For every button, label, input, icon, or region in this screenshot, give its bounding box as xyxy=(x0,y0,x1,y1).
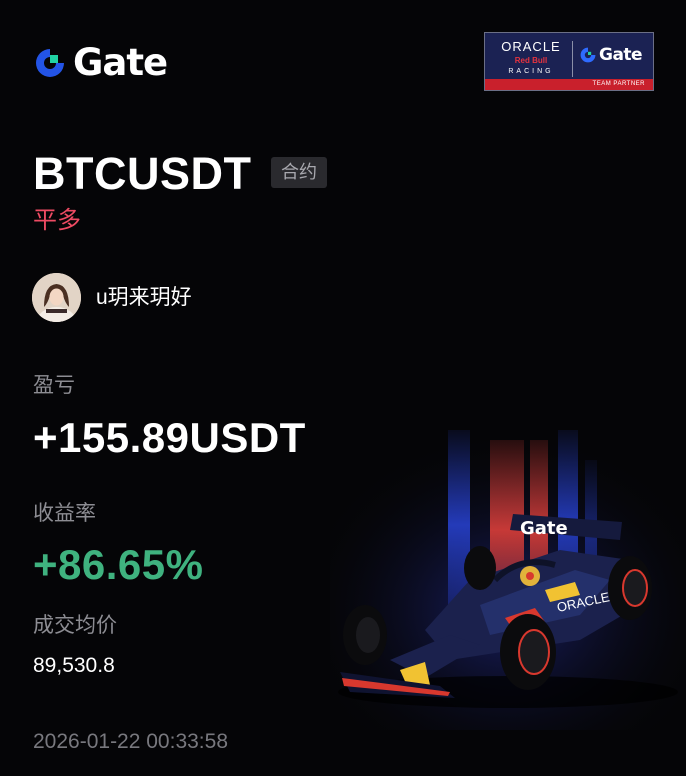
roi-label: 收益率 xyxy=(33,502,96,525)
logo-wordmark: Gate xyxy=(73,41,168,84)
timestamp: 2026-01-22 00:33:58 xyxy=(33,730,228,753)
rear-wing-livery-text: Gate xyxy=(520,518,568,539)
f1-car-graphic: Gate ORACLE xyxy=(330,430,686,730)
contract-tag: 合约 xyxy=(271,157,327,188)
partner-badge: ORACLE Red Bull RACING Gate TEAM PARTNER xyxy=(484,32,654,91)
team-partner-text: TEAM PARTNER xyxy=(592,81,645,87)
f1-car-illustration: Gate ORACLE xyxy=(330,430,686,730)
badge-footer-bar: TEAM PARTNER xyxy=(485,79,653,90)
gate-logo-icon xyxy=(580,47,596,63)
red-bull-text: Red Bull xyxy=(514,56,548,65)
oracle-text: ORACLE xyxy=(501,39,561,54)
avg-price-label: 成交均价 xyxy=(33,614,117,637)
avatar-image xyxy=(32,273,81,322)
badge-gate-logo: Gate xyxy=(579,45,643,65)
oracle-redbull-racing-logo: ORACLE Red Bull RACING xyxy=(495,40,567,77)
avg-price-value: 89,530.8 xyxy=(33,654,115,677)
roi-value: +86.65% xyxy=(33,541,204,588)
pnl-label: 盈亏 xyxy=(33,374,75,397)
trading-pair: BTCUSDT xyxy=(33,148,252,199)
username: u玥来玥好 xyxy=(96,286,192,309)
badge-gate-text: Gate xyxy=(599,45,643,65)
gate-logo-icon xyxy=(36,48,64,77)
pnl-value: +155.89USDT xyxy=(33,414,306,461)
avatar xyxy=(32,273,81,322)
gate-logo: Gate xyxy=(33,41,168,84)
position-side: 平多 xyxy=(33,207,81,234)
badge-divider xyxy=(572,41,573,77)
racing-text: RACING xyxy=(508,68,554,75)
